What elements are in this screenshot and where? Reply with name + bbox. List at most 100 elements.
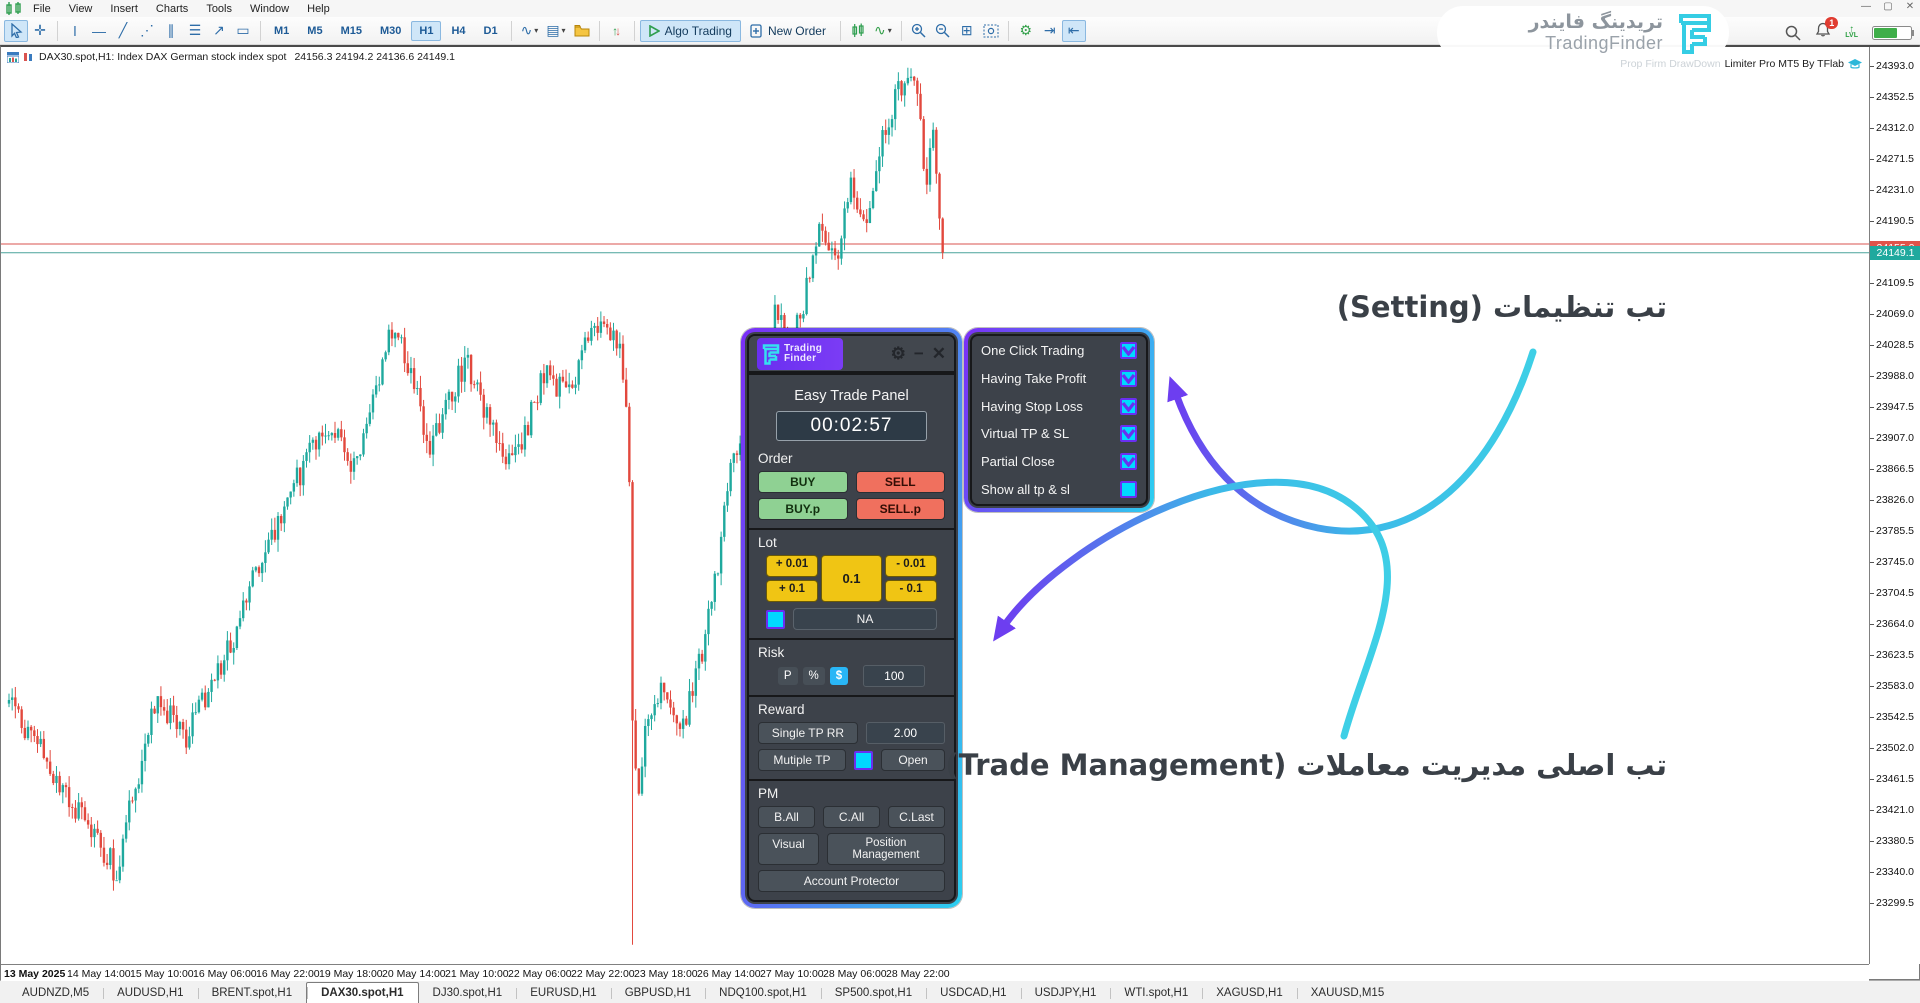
- arrow-tool[interactable]: ↗: [207, 20, 231, 42]
- depth-of-market-icon[interactable]: ↑↓: [605, 20, 629, 42]
- multiple-tp-checkbox[interactable]: [854, 751, 873, 770]
- minimize-icon[interactable]: —: [1860, 1, 1872, 12]
- date-axis[interactable]: 13 May 202514 May 14:0015 May 10:0016 Ma…: [1, 964, 1869, 981]
- menu-file[interactable]: File: [24, 2, 60, 16]
- shapes-tool[interactable]: ▭: [231, 20, 255, 42]
- timeframe-m1[interactable]: M1: [266, 21, 297, 41]
- close-all-button[interactable]: C.All: [823, 806, 880, 828]
- symbol-tab-ndq100.spot[interactable]: NDQ100.spot,H1: [705, 984, 821, 1003]
- symbol-tab-usdcad[interactable]: USDCAD,H1: [926, 984, 1020, 1003]
- timeframe-d1[interactable]: D1: [476, 21, 506, 41]
- setting-annotation: تب تنظیمات (Setting): [1337, 290, 1667, 324]
- level-indicator[interactable]: ↑LVL: [1845, 27, 1858, 39]
- cursor-tool[interactable]: [4, 20, 28, 42]
- zoom-out-icon[interactable]: [931, 20, 955, 42]
- menu-window[interactable]: Window: [241, 2, 298, 16]
- restore-icon[interactable]: ▢: [1882, 1, 1894, 12]
- symbol-tab-dax30.spot[interactable]: DAX30.spot,H1: [306, 982, 418, 1003]
- line-style-icon[interactable]: ∿▾: [870, 20, 896, 42]
- menu-help[interactable]: Help: [298, 2, 339, 16]
- single-tp-rr-button[interactable]: Single TP RR: [758, 722, 858, 744]
- fibonacci-tool[interactable]: ⋰: [135, 20, 159, 42]
- sell-pending-button[interactable]: SELL.p: [856, 498, 946, 520]
- symbol-tab-xauusd[interactable]: XAUUSD,M15: [1297, 984, 1399, 1003]
- position-management-button[interactable]: Position Management: [827, 833, 945, 865]
- vertical-line-tool[interactable]: ǀ: [63, 20, 87, 42]
- menu-insert[interactable]: Insert: [101, 2, 147, 16]
- channel-tool[interactable]: ∥: [159, 20, 183, 42]
- price-axis[interactable]: 24155.0 24149.1 24393.024352.524312.0242…: [1869, 47, 1920, 964]
- screenshot-icon[interactable]: [979, 20, 1003, 42]
- auto-trading-settings-icon[interactable]: ⚙: [1014, 20, 1038, 42]
- symbol-tab-audnzd[interactable]: AUDNZD,M5: [8, 984, 103, 1003]
- timeframe-h1[interactable]: H1: [411, 21, 441, 41]
- trendline-tool[interactable]: ╱: [111, 20, 135, 42]
- horizontal-line-tool[interactable]: —: [87, 20, 111, 42]
- toolbar-separator: [511, 21, 512, 41]
- equidistant-tool[interactable]: ☰: [183, 20, 207, 42]
- menu-tools[interactable]: Tools: [197, 2, 241, 16]
- symbol-tab-gbpusd[interactable]: GBPUSD,H1: [611, 984, 705, 1003]
- lot-minus-001-button[interactable]: - 0.01: [885, 555, 937, 577]
- setting-checkbox[interactable]: [1120, 398, 1137, 415]
- setting-checkbox[interactable]: [1120, 481, 1137, 498]
- setting-checkbox[interactable]: [1120, 342, 1137, 359]
- timeframe-m15[interactable]: M15: [333, 21, 370, 41]
- folder-icon[interactable]: [570, 20, 594, 42]
- lot-plus-001-button[interactable]: + 0.01: [766, 555, 818, 577]
- open-button[interactable]: Open: [881, 749, 945, 771]
- break-even-all-button[interactable]: B.All: [758, 806, 815, 828]
- buy-pending-button[interactable]: BUY.p: [758, 498, 848, 520]
- indicators-icon[interactable]: ▤▾: [542, 20, 569, 42]
- risk-percent-toggle[interactable]: %: [803, 667, 825, 685]
- chart-shift-end-icon[interactable]: ⇥: [1038, 20, 1062, 42]
- setting-checkbox[interactable]: [1120, 370, 1137, 387]
- lot-minus-01-button[interactable]: - 0.1: [885, 580, 937, 602]
- visual-button[interactable]: Visual: [758, 833, 819, 865]
- new-order-button[interactable]: New Order: [741, 20, 835, 42]
- rr-value-input[interactable]: 2.00: [866, 722, 945, 744]
- risk-points-toggle[interactable]: P: [778, 667, 798, 685]
- chart-type-icon[interactable]: ∿▾: [517, 20, 543, 42]
- symbol-tab-audusd[interactable]: AUDUSD,H1: [103, 984, 197, 1003]
- lot-plus-01-button[interactable]: + 0.1: [766, 580, 818, 602]
- zoom-in-icon[interactable]: [907, 20, 931, 42]
- lot-value[interactable]: 0.1: [821, 555, 882, 602]
- risk-dollar-toggle[interactable]: $: [830, 667, 848, 685]
- na-button[interactable]: NA: [793, 608, 937, 630]
- symbol-tab-wti.spot[interactable]: WTI.spot,H1: [1110, 984, 1202, 1003]
- account-protector-button[interactable]: Account Protector: [758, 870, 945, 892]
- timeframe-m30[interactable]: M30: [372, 21, 409, 41]
- close-icon[interactable]: ✕: [1904, 1, 1916, 12]
- crosshair-tool[interactable]: ✛: [28, 20, 52, 42]
- notifications-bell[interactable]: 1: [1815, 22, 1831, 43]
- chart-shift-icon[interactable]: ⇤: [1062, 20, 1086, 42]
- symbol-tab-eurusd[interactable]: EURUSD,H1: [516, 984, 610, 1003]
- lot-auto-checkbox[interactable]: [766, 610, 785, 629]
- symbol-tab-xagusd[interactable]: XAGUSD,H1: [1202, 984, 1296, 1003]
- panel-settings-gear-icon[interactable]: ⚙: [891, 345, 906, 362]
- timeframe-m5[interactable]: M5: [299, 21, 330, 41]
- menu-view[interactable]: View: [60, 2, 102, 16]
- panel-close-icon[interactable]: ✕: [932, 345, 946, 362]
- symbol-tab-usdjpy[interactable]: USDJPY,H1: [1021, 984, 1111, 1003]
- symbol-tab-dj30.spot[interactable]: DJ30.spot,H1: [419, 984, 517, 1003]
- date-tick: 21 May 10:00: [445, 968, 509, 980]
- candlestick-mode-icon[interactable]: [846, 20, 870, 42]
- setting-checkbox[interactable]: [1120, 425, 1137, 442]
- symbol-tab-sp500.spot[interactable]: SP500.spot,H1: [821, 984, 926, 1003]
- close-last-button[interactable]: C.Last: [888, 806, 945, 828]
- connection-bar-icon: [1872, 26, 1914, 40]
- tile-windows-icon[interactable]: ⊞: [955, 20, 979, 42]
- panel-minimize-icon[interactable]: −: [914, 345, 924, 362]
- setting-checkbox[interactable]: [1120, 453, 1137, 470]
- multiple-tp-button[interactable]: Mutiple TP: [758, 749, 846, 771]
- risk-value-input[interactable]: 100: [863, 665, 925, 687]
- menu-charts[interactable]: Charts: [147, 2, 197, 16]
- timeframe-h4[interactable]: H4: [443, 21, 473, 41]
- symbol-tab-brent.spot[interactable]: BRENT.spot,H1: [198, 984, 307, 1003]
- sell-button[interactable]: SELL: [856, 471, 946, 493]
- search-icon[interactable]: [1785, 25, 1801, 41]
- algo-trading-button[interactable]: Algo Trading: [640, 20, 741, 42]
- buy-button[interactable]: BUY: [758, 471, 848, 493]
